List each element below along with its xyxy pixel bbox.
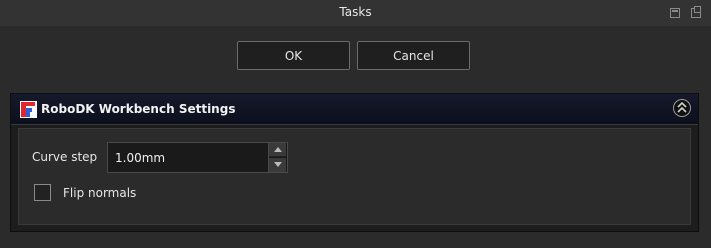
cancel-button[interactable]: Cancel	[357, 41, 470, 70]
spin-buttons	[268, 143, 287, 172]
title-bar: Tasks	[0, 0, 711, 26]
curve-step-label: Curve step	[32, 150, 98, 164]
restore-window-icon[interactable]	[691, 6, 701, 18]
robodk-logo-icon	[20, 101, 37, 118]
float-window-icon[interactable]	[670, 8, 680, 18]
collapse-button[interactable]	[673, 99, 691, 117]
window-title: Tasks	[339, 5, 372, 19]
curve-step-spinbox[interactable]: 1.00mm	[107, 142, 288, 173]
ok-button[interactable]: OK	[237, 41, 350, 70]
spin-up-button[interactable]	[269, 143, 286, 157]
panel-header[interactable]: RoboDK Workbench Settings	[11, 94, 698, 125]
spin-down-button[interactable]	[269, 158, 286, 172]
flip-normals-checkbox[interactable]	[34, 184, 51, 201]
panel-body: Curve step 1.00mm Flip normals	[18, 128, 691, 225]
settings-panel: RoboDK Workbench Settings Curve step 1.0…	[10, 93, 699, 232]
flip-normals-label[interactable]: Flip normals	[63, 186, 136, 200]
curve-step-value[interactable]: 1.00mm	[115, 151, 165, 165]
double-chevron-up-icon	[677, 102, 687, 113]
panel-title: RoboDK Workbench Settings	[41, 102, 236, 116]
